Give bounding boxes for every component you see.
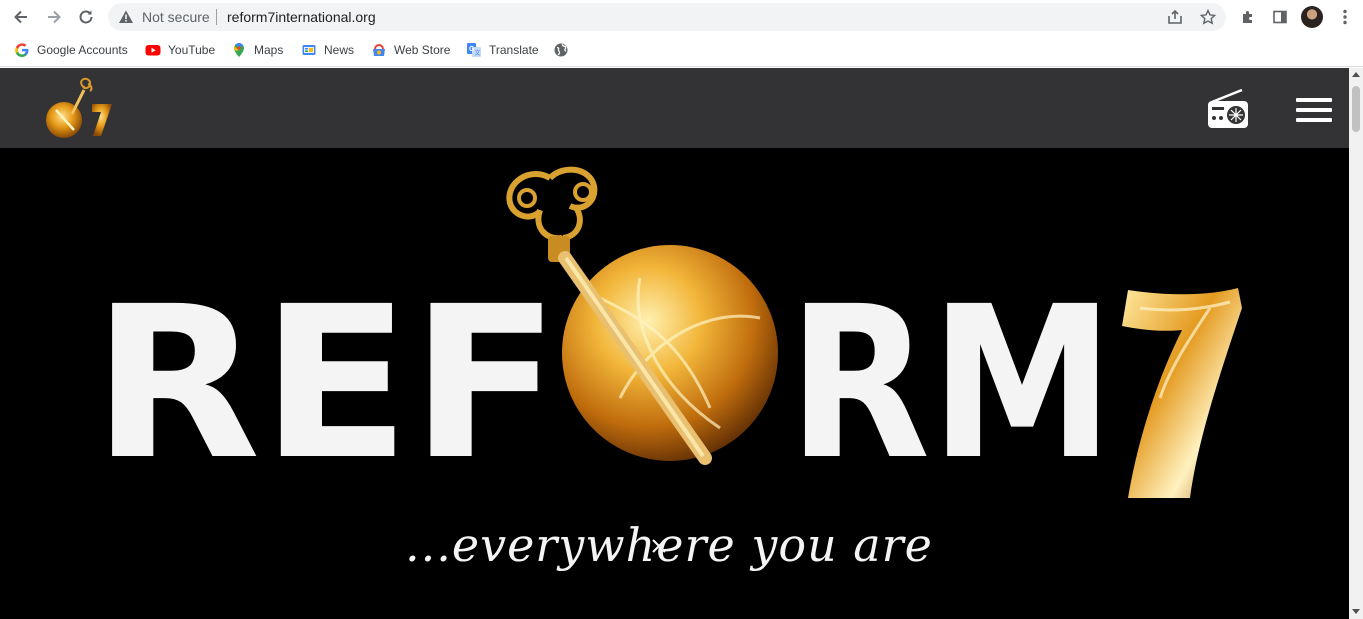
address-bar[interactable]: Not secure reform7international.org [108,3,1226,31]
news-icon [302,45,316,55]
webstore-icon [373,44,385,56]
menu-bar [1296,98,1332,102]
menu-bar [1296,118,1332,122]
bookmark-label: Maps [254,43,284,57]
bookmarks-bar: Google Accounts YouTube Maps News Web St… [0,34,1363,67]
url-text[interactable]: reform7international.org [227,9,376,25]
site-logo[interactable] [44,76,116,144]
golden-orb [562,245,778,461]
side-panel-icon[interactable] [1269,6,1291,28]
svg-text:文: 文 [475,49,481,57]
bookmark-label: News [324,43,355,57]
bookmark-google-accounts[interactable]: Google Accounts [14,41,128,59]
hero-banner: REF RM ...everywhere you are [0,148,1349,619]
scroll-down-arrow-icon[interactable] [1352,609,1360,614]
bookmark-star-icon[interactable] [1199,8,1217,26]
share-icon[interactable] [1166,8,1184,26]
security-label[interactable]: Not secure [142,9,210,25]
browser-toolbar: Not secure reform7international.org [0,0,1363,34]
key-icon [506,166,598,262]
bookmark-label: YouTube [168,43,216,57]
translate-icon: G文 [467,43,481,57]
back-arrow-icon [14,10,27,24]
hero-brand-left: REF [92,261,560,506]
bookmark-web-store[interactable]: Web Store [371,41,450,59]
hamburger-menu-icon[interactable] [1296,98,1332,126]
extensions-icon[interactable] [1237,6,1259,28]
bookmark-label: Google Accounts [37,43,128,57]
bookmark-label: Translate [489,43,539,57]
hero-brand-right: RM [788,261,1114,506]
warning-icon[interactable] [118,9,134,25]
hero-tagline: ...everywhere you are [405,518,933,572]
scroll-thumb[interactable] [1352,86,1360,132]
bookmark-globe[interactable] [553,41,576,59]
scroll-up-arrow-icon[interactable] [1352,72,1360,77]
google-icon [15,43,29,57]
bookmark-translate[interactable]: G文 Translate [466,41,539,59]
page-viewport: REF RM ...everywhere you are [0,68,1349,619]
bookmark-maps[interactable]: Maps [231,41,283,59]
site-header [0,68,1349,148]
menu-bar [1296,108,1332,112]
bookmark-news[interactable]: News [301,41,354,59]
radio-icon[interactable] [1206,88,1250,130]
forward-button[interactable] [42,5,66,29]
bookmark-label: Web Store [394,43,451,57]
youtube-icon [145,45,161,56]
reform7-logo-icon [46,77,112,138]
golden-seven [1122,288,1242,498]
forward-arrow-icon [48,10,61,24]
reload-icon [79,10,93,24]
omnibox-divider [216,9,217,25]
page-scrollbar[interactable] [1349,68,1363,619]
globe-icon [554,43,568,57]
back-button[interactable] [9,5,33,29]
maps-icon [234,43,244,57]
reload-button[interactable] [74,5,98,29]
browser-menu-icon[interactable] [1334,6,1356,28]
bookmark-youtube[interactable]: YouTube [145,41,215,59]
profile-avatar[interactable] [1301,6,1323,28]
